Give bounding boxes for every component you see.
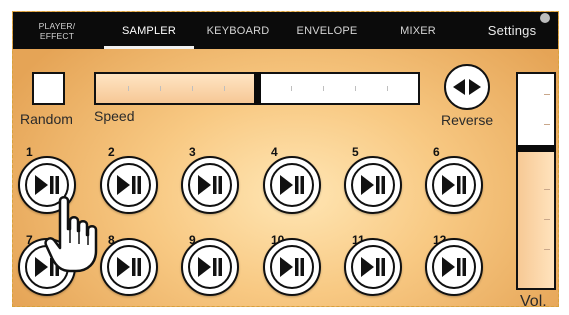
random-checkbox[interactable]	[32, 72, 65, 105]
slider-tick	[544, 124, 550, 125]
speed-label: Speed	[94, 108, 135, 124]
play-pause-icon	[432, 245, 476, 289]
pad-number: 6	[433, 145, 440, 159]
play-pause-icon	[351, 163, 395, 207]
sample-pad-11[interactable]	[344, 238, 402, 296]
tab-label: KEYBOARD	[206, 24, 270, 37]
play-pause-icon	[270, 163, 314, 207]
play-pause-icon	[270, 245, 314, 289]
slider-tick	[355, 86, 356, 91]
tab-envelope[interactable]: ENVELOPE	[289, 12, 365, 49]
sample-pad-8[interactable]	[100, 238, 158, 296]
slider-tick	[224, 86, 225, 91]
volume-slider[interactable]	[516, 72, 556, 290]
play-pause-icon	[107, 245, 151, 289]
status-indicator-icon	[540, 13, 550, 23]
slider-tick	[387, 86, 388, 91]
sample-pad-10[interactable]	[263, 238, 321, 296]
slider-tick	[128, 86, 129, 91]
reverse-label: Reverse	[441, 112, 494, 128]
slider-tick	[291, 86, 292, 91]
settings-button[interactable]: Settings	[481, 12, 543, 49]
pad-number: 5	[352, 145, 359, 159]
tab-label: SAMPLER	[122, 24, 176, 37]
volume-slider-thumb[interactable]	[516, 144, 556, 152]
slider-tick	[544, 189, 550, 190]
pad-number: 1	[26, 145, 33, 159]
sample-pad-4[interactable]	[263, 156, 321, 214]
active-tab-indicator	[104, 46, 194, 49]
sample-pad-12[interactable]	[425, 238, 483, 296]
slider-tick	[544, 219, 550, 220]
reverse-button[interactable]	[444, 64, 490, 110]
pad-number: 2	[108, 145, 115, 159]
reverse-arrows-icon	[453, 79, 481, 95]
speed-slider[interactable]	[94, 72, 420, 105]
settings-label: Settings	[487, 23, 537, 38]
tab-label: MIXER	[400, 24, 436, 37]
speed-slider-fill	[96, 74, 257, 103]
pad-number: 3	[189, 145, 196, 159]
sample-pad-6[interactable]	[425, 156, 483, 214]
slider-tick	[544, 249, 550, 250]
slider-tick	[544, 94, 550, 95]
play-pause-icon	[351, 245, 395, 289]
speed-slider-thumb[interactable]	[254, 72, 261, 105]
tab-sampler[interactable]: SAMPLER	[104, 12, 194, 49]
volume-label: Vol.	[520, 293, 547, 307]
sampler-panel: PLAYER/ EFFECT SAMPLER KEYBOARD ENVELOPE…	[12, 11, 559, 307]
hand-pointer-icon	[44, 196, 98, 273]
slider-tick	[323, 86, 324, 91]
play-pause-icon	[432, 163, 476, 207]
tab-player-effect[interactable]: PLAYER/ EFFECT	[26, 12, 88, 49]
tab-bar: PLAYER/ EFFECT SAMPLER KEYBOARD ENVELOPE…	[13, 12, 558, 49]
sample-pad-2[interactable]	[100, 156, 158, 214]
random-label: Random	[20, 111, 73, 127]
sample-pad-3[interactable]	[181, 156, 239, 214]
sample-pad-9[interactable]	[181, 238, 239, 296]
pad-number: 4	[271, 145, 278, 159]
tab-mixer[interactable]: MIXER	[389, 12, 447, 49]
tab-label: ENVELOPE	[296, 24, 358, 37]
play-pause-icon	[188, 163, 232, 207]
sample-pad-5[interactable]	[344, 156, 402, 214]
tab-label: PLAYER/ EFFECT	[38, 20, 76, 41]
play-pause-icon	[107, 163, 151, 207]
tab-keyboard[interactable]: KEYBOARD	[199, 12, 277, 49]
slider-tick	[160, 86, 161, 91]
slider-tick	[192, 86, 193, 91]
play-pause-icon	[188, 245, 232, 289]
